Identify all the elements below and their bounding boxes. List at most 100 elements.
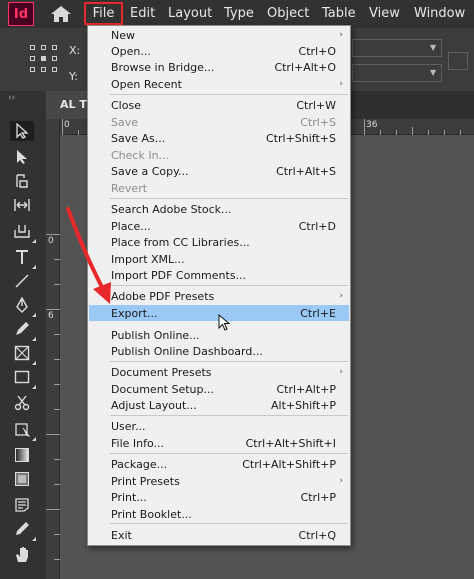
logo-text: Id xyxy=(13,6,29,22)
menu-item-document-setup[interactable]: Document Setup... Ctrl+Alt+P xyxy=(88,381,350,397)
menu-item-shortcut: Ctrl+Alt+O xyxy=(274,60,336,74)
direct-selection-tool-icon[interactable] xyxy=(10,147,34,167)
rectangle-frame-tool-icon[interactable] xyxy=(10,343,36,365)
menu-type[interactable]: Type xyxy=(224,6,254,21)
control-field-bottom[interactable] xyxy=(352,64,442,82)
menu-item-shortcut: Ctrl+D xyxy=(298,219,336,233)
hand-tool-icon[interactable] xyxy=(10,545,34,565)
menu-table[interactable]: Table xyxy=(322,6,356,21)
menu-item-label: Open Recent xyxy=(111,77,182,91)
menu-item-label: Print... xyxy=(111,490,147,504)
vertical-ruler[interactable]: 0 6 xyxy=(46,119,60,579)
menu-item-label: File Info... xyxy=(111,436,165,450)
menu-object[interactable]: Object xyxy=(267,6,309,21)
collapse-icon[interactable]: ›› xyxy=(8,93,15,103)
menu-item-revert: Revert xyxy=(88,180,350,196)
ruler-label: 0 xyxy=(48,236,54,246)
menu-layout[interactable]: Layout xyxy=(168,6,212,21)
submenu-arrow-icon: › xyxy=(339,291,343,301)
menu-item-shortcut: Ctrl+Alt+Shift+I xyxy=(245,436,336,450)
menu-item-label: New xyxy=(111,28,135,42)
menu-item-shortcut: Ctrl+S xyxy=(300,115,336,129)
menu-item-save: Save Ctrl+S xyxy=(88,114,350,130)
menu-item-new[interactable]: New › xyxy=(88,27,350,43)
menu-item-label: Save xyxy=(111,115,139,129)
menu-item-open[interactable]: Open... Ctrl+O xyxy=(88,43,350,59)
menu-item-shortcut: Ctrl+O xyxy=(298,44,336,58)
menu-file[interactable]: File xyxy=(84,2,123,25)
menu-item-print-presets[interactable]: Print Presets › xyxy=(88,473,350,489)
menu-item-label: Print Presets xyxy=(111,474,180,488)
line-tool-icon[interactable] xyxy=(10,271,34,291)
control-field-top[interactable] xyxy=(352,39,442,57)
menu-item-import-xml[interactable]: Import XML... xyxy=(88,251,350,267)
scissors-tool-icon[interactable] xyxy=(10,393,34,413)
menu-file-label: File xyxy=(92,6,115,21)
menu-item-document-presets[interactable]: Document Presets › xyxy=(88,364,350,380)
menu-item-publish-online-dashboard[interactable]: Publish Online Dashboard... xyxy=(88,343,350,359)
menu-item-print[interactable]: Print... Ctrl+P xyxy=(88,489,350,505)
menu-item-user[interactable]: User... xyxy=(88,418,350,434)
menu-separator xyxy=(110,94,348,95)
submenu-arrow-icon: › xyxy=(339,30,343,40)
menu-window[interactable]: Window xyxy=(414,6,465,21)
menu-item-exit[interactable]: Exit Ctrl+Q xyxy=(88,527,350,543)
menu-item-label: Save As... xyxy=(111,131,166,145)
menu-item-shortcut: Ctrl+E xyxy=(300,306,336,320)
rectangle-tool-icon[interactable] xyxy=(10,367,36,389)
menu-item-save-a-copy[interactable]: Save a Copy... Ctrl+Alt+S xyxy=(88,163,350,179)
reference-point-icon[interactable] xyxy=(30,45,58,73)
ruler-label: 6 xyxy=(48,311,54,321)
menu-item-print-booklet[interactable]: Print Booklet... xyxy=(88,506,350,522)
menu-item-search-adobe-stock[interactable]: Search Adobe Stock... xyxy=(88,201,350,217)
home-icon[interactable] xyxy=(50,5,72,23)
menu-item-browse-in-bridge[interactable]: Browse in Bridge... Ctrl+Alt+O xyxy=(88,59,350,75)
menu-item-shortcut: Ctrl+W xyxy=(296,98,336,112)
menu-item-close[interactable]: Close Ctrl+W xyxy=(88,97,350,113)
content-collector-tool-icon[interactable] xyxy=(10,221,36,243)
menu-item-label: Publish Online Dashboard... xyxy=(111,344,263,358)
menu-item-place[interactable]: Place... Ctrl+D xyxy=(88,218,350,234)
eyedropper-tool-icon[interactable] xyxy=(10,519,36,541)
menu-item-check-in: Check In... xyxy=(88,147,350,163)
menu-view[interactable]: View xyxy=(369,6,400,21)
document-tab[interactable]: AL T xyxy=(46,91,90,119)
menu-item-label: Search Adobe Stock... xyxy=(111,202,232,216)
page-tool-icon[interactable] xyxy=(10,171,34,191)
mouse-cursor-icon xyxy=(218,313,232,332)
gap-tool-icon[interactable] xyxy=(10,195,34,215)
menu-item-label: Print Booklet... xyxy=(111,507,192,521)
gradient-feather-tool-icon[interactable] xyxy=(10,469,34,489)
menu-item-save-as[interactable]: Save As... Ctrl+Shift+S xyxy=(88,130,350,146)
menu-item-open-recent[interactable]: Open Recent › xyxy=(88,76,350,92)
menu-item-file-info[interactable]: File Info... Ctrl+Alt+Shift+I xyxy=(88,435,350,451)
menu-item-import-pdf-comments[interactable]: Import PDF Comments... xyxy=(88,267,350,283)
menu-separator xyxy=(110,361,348,362)
menu-item-adjust-layout[interactable]: Adjust Layout... Alt+Shift+P xyxy=(88,397,350,413)
menu-item-shortcut: Ctrl+P xyxy=(300,490,336,504)
pencil-tool-icon[interactable] xyxy=(10,319,36,341)
control-field-side[interactable] xyxy=(448,52,468,70)
gradient-swatch-tool-icon[interactable] xyxy=(10,445,34,465)
type-tool-icon[interactable] xyxy=(10,247,36,269)
selection-tool-icon[interactable] xyxy=(10,121,34,141)
menu-item-label: Revert xyxy=(111,181,148,195)
menu-item-label: Exit xyxy=(111,528,132,542)
menu-item-label: Open... xyxy=(111,44,151,58)
menu-item-place-from-cc-libraries[interactable]: Place from CC Libraries... xyxy=(88,234,350,250)
red-arrow-annotation-icon xyxy=(60,205,120,310)
ruler-label: 0 xyxy=(64,120,70,130)
chevron-down-icon[interactable]: ▼ xyxy=(430,68,436,77)
chevron-down-icon[interactable]: ▼ xyxy=(430,43,436,52)
menu-item-label: Check In... xyxy=(111,148,170,162)
menu-separator xyxy=(110,523,348,524)
menu-item-adobe-pdf-presets[interactable]: Adobe PDF Presets › xyxy=(88,288,350,304)
menu-edit[interactable]: Edit xyxy=(130,6,155,21)
pen-tool-icon[interactable] xyxy=(10,295,36,317)
note-tool-icon[interactable] xyxy=(10,495,34,515)
free-transform-tool-icon[interactable] xyxy=(10,419,36,441)
menu-separator xyxy=(110,285,348,286)
menu-item-label: Import PDF Comments... xyxy=(111,268,247,282)
document-tab-title: AL T xyxy=(60,98,87,111)
menu-item-package[interactable]: Package... Ctrl+Alt+Shift+P xyxy=(88,456,350,472)
